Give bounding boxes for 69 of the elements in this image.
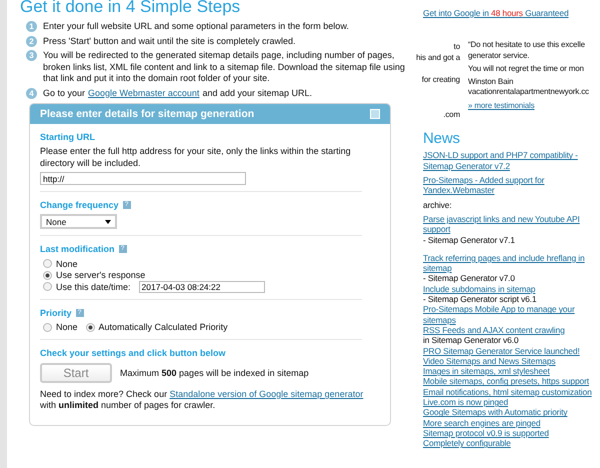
more-testimonials-link[interactable]: » more testimonials: [468, 100, 535, 110]
radio-label: None: [56, 322, 78, 332]
webmaster-link[interactable]: Google Webmaster account: [88, 88, 200, 99]
testimonial-text: .com: [442, 110, 460, 120]
radio-label: Automatically Calculated Priority: [98, 322, 228, 332]
radio-button[interactable]: [43, 282, 52, 292]
radio-button[interactable]: [86, 322, 95, 332]
news-link[interactable]: RSS Feeds and AJAX content crawling: [423, 324, 598, 336]
date-input[interactable]: 2017-04-03 08:24:22: [138, 280, 265, 293]
step-text: and add your sitemap URL.: [202, 88, 312, 99]
start-button[interactable]: Start: [40, 363, 112, 383]
news-link[interactable]: Pro-Sitemaps Mobile App to manage your sitemaps: [423, 304, 598, 325]
limit-note: Maximum 500 pages will be indexed in sitemap: [120, 368, 309, 378]
step-number-icon: 1: [26, 21, 37, 32]
testimonial-quote: You will not regret the time or mon: [468, 64, 585, 74]
step-number-icon: 4: [26, 88, 37, 98]
news-heading: News: [423, 130, 461, 148]
testimonial-text: to: [452, 42, 460, 53]
frequency-dropdown[interactable]: None: [40, 214, 117, 229]
step-text: Press 'Start' button and wait until the site is completely crawled.: [43, 36, 296, 47]
radio-button[interactable]: [43, 270, 52, 280]
step-text: Enter your full website URL and some optional parameters in the form below.: [43, 21, 349, 32]
news-text: - Sitemap Generator v7.1: [423, 234, 516, 245]
news-link[interactable]: Google Sitemaps with Automatic priority: [423, 407, 598, 418]
info-text: Need to index more? Check our Standalone version of Google sitemap generator with unlimited number of pages for crawler.: [40, 389, 364, 411]
news-link[interactable]: Live.com is now pinged: [423, 397, 598, 408]
news-link[interactable]: Email notifications, html sitemap customization: [423, 386, 598, 398]
field-description: Please enter the full http address for your site, only the links within the starting directory will be included.: [40, 146, 352, 169]
news-link[interactable]: PRO Sitemap Generator Service launched!: [423, 346, 598, 356]
archive-label: archive:: [423, 200, 453, 210]
section-label: Check your settings and click button below: [40, 348, 227, 358]
expand-icon[interactable]: [370, 109, 380, 119]
field-label: Starting URL: [40, 132, 96, 142]
news-text: in Sitemap Generator v6.0: [423, 335, 520, 346]
news-text: - Sitemap Generator v7.0: [423, 273, 516, 284]
testimonial-text: for creating: [420, 74, 460, 86]
promo-link[interactable]: Get into Google in 48 hours Guaranteed: [423, 8, 569, 18]
news-link[interactable]: Mobile sitemaps, config presets, https support: [423, 376, 598, 387]
radio-label: Use server's response: [56, 270, 146, 280]
radio-label: Use this date/time:: [56, 282, 131, 292]
standalone-link[interactable]: Standalone version of Google sitemap generator: [170, 389, 364, 399]
news-link[interactable]: Sitemap protocol v0.9 is supported: [423, 428, 598, 438]
news-link[interactable]: Include subdomains in sitemap: [423, 284, 598, 294]
url-input[interactable]: http://: [40, 172, 246, 185]
news-link[interactable]: Pro-Sitemaps - Added support for Yandex.Webmaster: [423, 175, 595, 196]
news-link[interactable]: Video Sitemaps and News Sitemaps: [423, 356, 598, 366]
news-link[interactable]: JSON-LD support and PHP7 compatiblity - Sitemap Generator v7.2: [423, 150, 595, 172]
radio-label: None: [56, 258, 78, 269]
testimonial-author: Winston Bain vacationrentalapartmentnewyork.cc: [468, 77, 589, 98]
news-link[interactable]: More search engines are pinged: [423, 418, 598, 428]
step-number-icon: 3: [26, 50, 37, 61]
panel-title: Please enter details for sitemap generation: [40, 108, 254, 120]
radio-button[interactable]: [43, 322, 52, 332]
radio-button[interactable]: [43, 259, 52, 268]
news-link[interactable]: Parse javascript links and new Youtube API support: [423, 214, 595, 235]
news-link[interactable]: Images in sitemaps, xml stylesheet: [423, 366, 598, 376]
step-text: You will be redirected to the generated sitemap details page, including number of pages, broken links list, XML file content and link to a sitemap file. Download the sitemap file using that link and put it into the domain root folder of your site.: [43, 50, 406, 84]
field-label: Change frequency: [40, 200, 119, 210]
news-link[interactable]: Completely configurable: [423, 438, 598, 448]
news-text: - Sitemap Generator script v6.1: [423, 294, 538, 304]
news-link[interactable]: Track referring pages and include hreflang in sitemap: [423, 252, 598, 274]
step-text: Go to your: [43, 88, 86, 99]
testimonial-quote: “Do not hesitate to use this excelle generator service.: [468, 40, 586, 61]
field-label: Last modification: [40, 244, 115, 254]
testimonial-text: his and got a: [415, 52, 460, 63]
field-label: Priority: [40, 308, 72, 318]
page-title: Get it done in 4 Simple Steps: [20, 0, 242, 17]
step-number-icon: 2: [26, 36, 37, 46]
caret-icon: [105, 220, 111, 224]
